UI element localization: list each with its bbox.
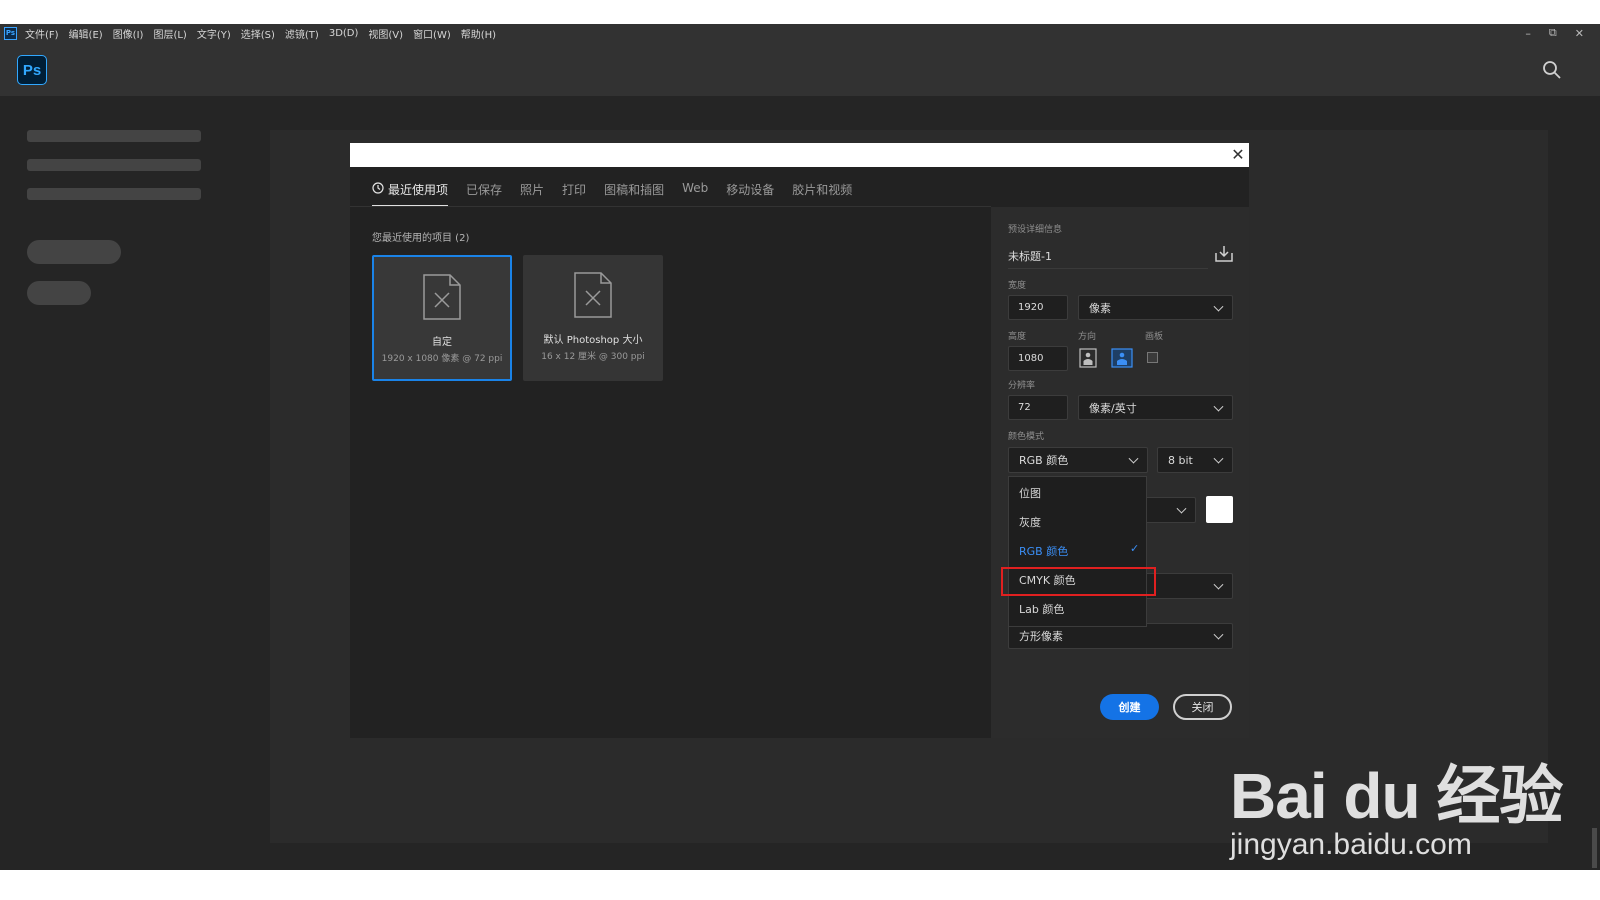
tab-photo[interactable]: 照片 [520,177,544,207]
dialog-title-bar [350,143,1249,167]
document-icon [574,272,612,318]
color-mode-value: RGB 颜色 [1019,454,1069,467]
artboard-checkbox[interactable] [1147,352,1158,363]
ps-app-icon: Ps [4,26,17,40]
bottom-strip [0,870,1600,900]
preset-card-size: 16 x 12 厘米 @ 300 ppi [541,352,645,362]
dialog-close-icon[interactable]: ✕ [1228,145,1248,165]
resolution-unit-select[interactable]: 像素/英寸 [1078,395,1233,420]
menu-3d[interactable]: 3D(D) [329,28,359,39]
chevron-down-icon [1213,629,1224,640]
minimize-button[interactable]: – [1525,27,1531,40]
width-input[interactable]: 1920 [1008,295,1068,320]
preset-card-default[interactable]: 默认 Photoshop 大小 16 x 12 厘米 @ 300 ppi [523,255,663,381]
document-icon [423,274,461,320]
recent-items-title: 您最近使用的项目 (2) [372,233,470,244]
checkmark-icon: ✓ [1130,542,1140,555]
menu-filter[interactable]: 滤镜(T) [285,26,319,41]
preset-card-custom[interactable]: 自定 1920 x 1080 像素 @ 72 ppi [372,255,512,381]
menu-type[interactable]: 文字(Y) [197,26,231,41]
highlight-box [1001,567,1156,596]
tab-art-illustration[interactable]: 图稿和插图 [604,177,664,207]
baidu-watermark: Bai du 经验 [1230,760,1563,832]
menu-item-rgb[interactable]: RGB 颜色 [1019,543,1068,559]
menu-select[interactable]: 选择(S) [241,26,275,41]
menu-item-grayscale[interactable]: 灰度 [1019,514,1041,530]
bit-depth-value: 8 bit [1168,453,1193,467]
resolution-unit-value: 像素/英寸 [1089,401,1137,415]
tab-mobile[interactable]: 移动设备 [726,177,774,207]
menu-item-bitmap[interactable]: 位图 [1019,485,1041,501]
chevron-down-icon [1213,301,1224,312]
skeleton-line [27,159,201,171]
menu-item-lab[interactable]: Lab 颜色 [1019,601,1064,617]
width-unit-select[interactable]: 像素 [1078,295,1233,320]
menu-file[interactable]: 文件(F) [25,26,59,41]
tab-recent-label: 最近使用项 [388,183,449,197]
close-window-button[interactable]: ✕ [1575,27,1584,40]
height-input[interactable]: 1080 [1008,346,1068,371]
width-unit-value: 像素 [1089,301,1111,315]
width-label: 宽度 [1008,281,1027,291]
tab-recent[interactable]: 最近使用项 [372,177,449,207]
menu-bar: Ps 文件(F) 编辑(E) 图像(I) 图层(L) 文字(Y) 选择(S) 滤… [0,24,1600,42]
orientation-label: 方向 [1078,332,1097,342]
menu-image[interactable]: 图像(I) [113,26,144,41]
preset-card-size: 1920 x 1080 像素 @ 72 ppi [381,354,503,364]
chevron-down-icon [1176,503,1187,514]
artboard-label: 画板 [1145,332,1164,342]
bit-depth-select[interactable]: 8 bit [1157,447,1233,473]
preset-card-name: 自定 [432,337,452,348]
menu-help[interactable]: 帮助(H) [461,26,496,41]
chevron-down-icon [1213,401,1224,412]
baidu-watermark-url: jingyan.baidu.com [1230,828,1472,861]
height-label: 高度 [1008,332,1027,342]
chevron-down-icon [1128,453,1139,464]
window-controls: – ⧉ ✕ [1525,24,1584,42]
skeleton-line [27,188,201,200]
photoshop-logo[interactable]: Ps [17,55,47,85]
skeleton-line [27,130,201,142]
color-mode-menu: 位图 灰度 RGB 颜色 ✓ CMYK 颜色 Lab 颜色 [1008,476,1147,627]
tab-saved[interactable]: 已保存 [466,177,502,207]
skeleton-pill [27,240,121,264]
scrollbar-thumb[interactable] [1592,828,1597,868]
menu-window[interactable]: 窗口(W) [413,26,451,41]
color-mode-select[interactable]: RGB 颜色 [1008,447,1148,473]
color-mode-label: 颜色模式 [1008,432,1045,442]
tab-film-video[interactable]: 胶片和视频 [792,177,852,207]
menu-view[interactable]: 视图(V) [368,26,403,41]
preset-details-label: 预设详细信息 [1008,225,1063,235]
menu-edit[interactable]: 编辑(E) [69,26,103,41]
preset-tabs: 最近使用项 已保存 照片 打印 图稿和插图 Web 移动设备 胶片和视频 [372,177,870,207]
tab-web[interactable]: Web [682,177,708,207]
menu-layer[interactable]: 图层(L) [153,26,186,41]
resolution-label: 分辨率 [1008,381,1036,391]
portrait-icon[interactable] [1079,348,1097,368]
resolution-input[interactable]: 72 [1008,395,1068,420]
create-button[interactable]: 创建 [1100,694,1159,720]
tab-print[interactable]: 打印 [562,177,586,207]
restore-button[interactable]: ⧉ [1549,26,1557,40]
landscape-icon[interactable] [1111,348,1133,368]
pixel-aspect-value: 方形像素 [1019,630,1063,643]
background-color-swatch[interactable] [1206,496,1233,523]
skeleton-pill [27,281,91,305]
chevron-down-icon [1213,579,1224,590]
tab-divider [350,206,991,207]
search-icon[interactable] [1542,60,1562,80]
document-name-field[interactable]: 未标题-1 [1008,243,1208,269]
preset-card-name: 默认 Photoshop 大小 [543,335,643,346]
clock-icon [372,182,384,194]
save-preset-icon[interactable] [1213,244,1235,264]
chevron-down-icon [1213,453,1224,464]
app-header [0,42,1600,96]
close-button[interactable]: 关闭 [1173,694,1232,720]
